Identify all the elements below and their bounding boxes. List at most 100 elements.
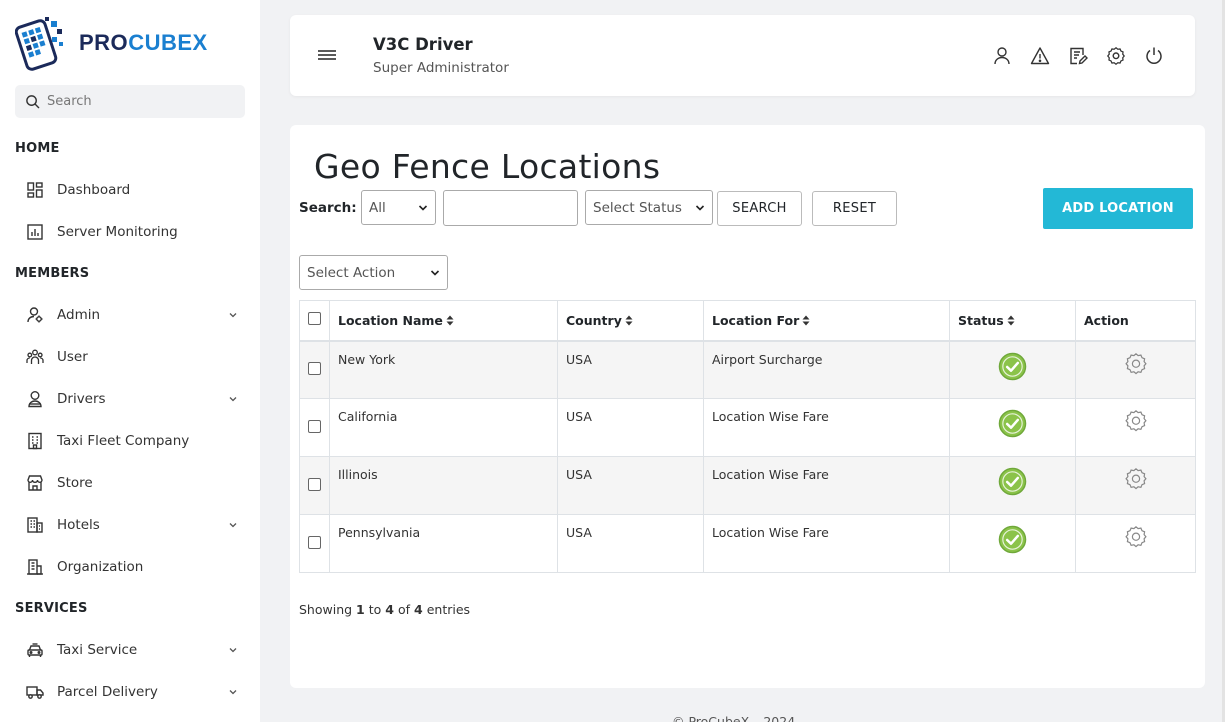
column-location-for[interactable]: Location For [703,300,950,342]
search-keyword-input[interactable] [443,190,578,226]
cell-status [949,456,1076,515]
bulk-action-select[interactable]: Select Action [299,255,448,290]
column-status[interactable]: Status [949,300,1076,342]
status-select[interactable]: Select Status [585,190,713,225]
sidebar-item-label: Taxi Service [57,642,138,658]
cell-country: USA [557,456,704,515]
cell-location-name: Pennsylvania [329,514,558,573]
user-icon[interactable] [991,45,1013,67]
cell-action [1075,340,1196,399]
chevron-down-icon [418,204,428,211]
row-checkbox[interactable] [308,419,321,433]
table-row: California USA Location Wise Fare [299,398,1196,457]
sidebar-item-server-monitoring[interactable]: Server Monitoring [25,217,243,247]
cell-location-for: Airport Surcharge [703,340,950,399]
hamburger-menu-icon[interactable] [318,48,336,62]
cell-status [949,340,1076,399]
row-checkbox[interactable] [308,535,321,549]
nav-section-services: SERVICES [15,601,88,616]
sort-icon [625,315,633,326]
nav-section-home: HOME [15,141,60,156]
brand-name: PROCUBEX [79,30,208,55]
sidebar-item-organization[interactable]: Organization [25,552,243,582]
sidebar-item-store[interactable]: Store [25,468,243,498]
row-select-cell [299,398,330,457]
reset-button[interactable]: RESET [812,191,897,226]
chevron-down-icon [229,397,237,402]
status-active-check-icon[interactable] [998,467,1027,496]
top-header: V3C Driver Super Administrator [290,15,1195,96]
gear-icon[interactable] [1124,352,1148,376]
sidebar-item-label: Organization [57,559,144,575]
status-active-check-icon[interactable] [998,352,1027,381]
cell-country: USA [557,514,704,573]
sort-icon [802,315,810,326]
table-row: Illinois USA Location Wise Fare [299,456,1196,515]
taxi-icon [25,640,45,660]
cell-action [1075,456,1196,515]
delivery-truck-icon [25,682,45,702]
row-select-cell [299,340,330,399]
cell-location-name: New York [329,340,558,399]
brand-logo[interactable]: PROCUBEX [15,15,208,71]
gear-icon[interactable] [1124,467,1148,491]
column-location-name[interactable]: Location Name [329,300,558,342]
users-group-icon [25,347,45,367]
chevron-down-icon [229,313,237,318]
table-row: Pennsylvania USA Location Wise Fare [299,514,1196,573]
cell-location-for: Location Wise Fare [703,514,950,573]
chevron-down-icon [430,269,440,276]
row-select-cell [299,456,330,515]
cell-action [1075,398,1196,457]
sidebar-item-drivers[interactable]: Drivers [25,384,243,414]
search-label: Search: [299,200,357,216]
cell-location-name: California [329,398,558,457]
search-field-select[interactable]: All [361,190,436,225]
main-card: Geo Fence Locations Search: All Select S… [290,125,1205,688]
gear-icon[interactable] [1124,525,1148,549]
sidebar-search-input[interactable] [47,94,237,109]
header-user-role: Super Administrator [373,60,509,76]
nav-section-members: MEMBERS [15,266,90,281]
sidebar-item-parcel-delivery[interactable]: Parcel Delivery [25,677,243,707]
bar-chart-icon [25,222,45,242]
search-button[interactable]: SEARCH [717,191,802,226]
sidebar-item-hotels[interactable]: Hotels [25,510,243,540]
column-action: Action [1075,300,1196,342]
cell-action [1075,514,1196,573]
sidebar-item-label: Admin [57,307,101,323]
add-location-button[interactable]: ADD LOCATION [1043,188,1193,229]
gear-icon[interactable] [1124,409,1148,433]
locations-table: Location Name Country Location For Statu… [299,300,1196,573]
chevron-down-icon [229,690,237,695]
sidebar-item-taxi-fleet-company[interactable]: Taxi Fleet Company [25,426,243,456]
table-row: New York USA Airport Surcharge [299,340,1196,399]
row-select-cell [299,514,330,573]
settings-icon[interactable] [1105,45,1127,67]
sidebar: PROCUBEX HOME Dashboard Server Monitorin… [0,0,260,722]
status-active-check-icon[interactable] [998,525,1027,554]
sidebar-item-label: Drivers [57,391,106,407]
sidebar-item-taxi-service[interactable]: Taxi Service [25,635,243,665]
sidebar-item-dashboard[interactable]: Dashboard [25,175,243,205]
sort-icon [446,315,454,326]
edit-note-icon[interactable] [1067,45,1089,67]
column-country[interactable]: Country [557,300,704,342]
select-all-checkbox[interactable] [308,312,321,326]
power-icon[interactable] [1143,45,1165,67]
row-checkbox[interactable] [308,477,321,491]
status-active-check-icon[interactable] [998,409,1027,438]
cell-location-for: Location Wise Fare [703,456,950,515]
hotel-icon [25,515,45,535]
search-icon [26,95,40,109]
table-body: New York USA Airport Surcharge California US… [299,340,1196,573]
cell-country: USA [557,340,704,399]
cell-status [949,398,1076,457]
sidebar-item-label: Taxi Fleet Company [57,433,190,449]
table-header-row: Location Name Country Location For Statu… [299,300,1196,342]
warning-icon[interactable] [1029,45,1051,67]
sidebar-item-admin[interactable]: Admin [25,300,243,330]
pagination-info: Showing 1 to 4 of 4 entries [299,602,471,617]
sidebar-item-user[interactable]: User [25,342,243,372]
row-checkbox[interactable] [308,361,321,375]
